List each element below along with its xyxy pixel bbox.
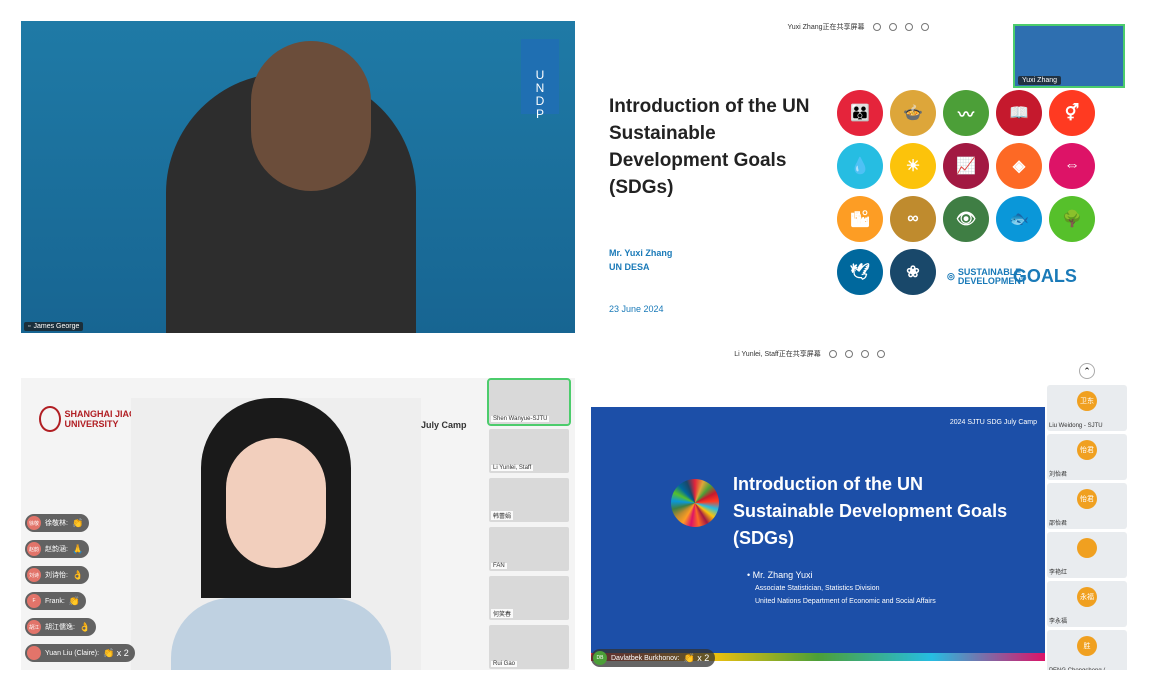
reaction-icon: 🙏 [71,543,84,554]
sdg-icon-grid: 👪 🍲 〰 📖 ⚥ 💧 ☀ 📈 ◈ ⇔ 🏙 ∞ 👁 🐟 🌳 🕊 ❀ [837,90,1095,295]
speaker-face [251,41,371,191]
participant-tile[interactable]: Li Yunlei, Staff [489,429,569,473]
scroll-up-button[interactable]: ⌃ [1079,363,1095,379]
shared-slide-sjtu: Li Yunlei, Staff正在共享屏幕 2024 SJTU SDG Jul… [577,345,1132,670]
avatar: 卫东 [1077,391,1097,411]
zoom-out-icon[interactable] [872,23,881,31]
participant-tile[interactable]: 胜PENG Chongsheng (... [1047,630,1127,670]
avatar [1077,538,1097,558]
sdg-goal-4-icon: 📖 [996,90,1042,136]
sdg-goal-12-icon: ∞ [890,196,936,242]
video-sjtu-host[interactable]: SHANGHAI JIAO TONG UNIVERSITY 2024 SJTU … [21,378,575,670]
popout-icon[interactable] [876,350,885,358]
avatar: F [27,594,41,608]
reaction-chip: DB Davlatbek Burkhonov: 👏 x 2 [591,649,716,667]
host-video [131,398,421,670]
participant-tile[interactable]: 怡君 邵怡君 [1047,483,1127,529]
sdg-goal-13-icon: 👁 [943,196,989,242]
shared-slide-sdg: Yuxi Zhang正在共享屏幕 Introduction of the UN … [585,18,1131,334]
sdg-goal-1-icon: 👪 [837,90,883,136]
reaction-chip: 刘诗 刘诗怡: 👌 [25,566,90,584]
video-james-george[interactable]: UNDP ▫ James George [21,21,575,333]
sdg-goal-3-icon: 〰 [943,90,989,136]
participant-name: ▫ James George [24,322,84,331]
zoom-in-icon[interactable] [844,350,853,358]
sdg-goal-17-icon: ❀ [890,249,936,295]
reaction-icon: 👏 [71,517,84,528]
avatar: 胜 [1077,636,1097,656]
participant-tile[interactable]: Rui Gao [489,625,569,669]
slide-date: 23 June 2024 [609,304,664,314]
reaction-icon: 👏 [68,595,81,606]
sdg-goal-7-icon: ☀ [890,143,936,189]
presenter-thumbnail[interactable]: Yuxi Zhang [1013,24,1125,88]
avatar: 永福 [1077,587,1097,607]
share-toolbar-2: Li Yunlei, Staff正在共享屏幕 [577,349,1132,359]
fit-icon[interactable] [904,23,913,31]
slide-title: Introduction of the UN Sustainable Devel… [609,96,810,198]
reaction-icon: 👏 x 2 [103,647,129,658]
participant-tile[interactable]: 何笑春 [489,576,569,620]
avatar: 怡君 [1077,440,1097,460]
un-emblem-icon: ◎ [947,271,955,281]
reaction-chip: 胡江 胡江儒逸: 👌 [25,618,97,636]
slide-presenter: Mr. Yuxi Zhang UN DESA [609,248,673,272]
participant-tile[interactable]: FAN [489,527,569,571]
sdg-goal-11-icon: 🏙 [837,196,883,242]
avatar: 赵韵 [27,542,41,556]
participant-tile[interactable]: 李艳红 [1047,532,1127,578]
undp-logo: UNDP [521,39,559,121]
zoom-out-icon[interactable] [828,350,837,358]
sdg-goal-5-icon: ⚥ [1049,90,1095,136]
avatar: 胡江 [27,620,41,634]
avatar: 徐敬 [27,516,41,530]
participant-tile[interactable]: 卫东 Liu Weidong - SJTU [1047,385,1127,431]
reaction-icon: 👌 [71,569,84,580]
avatar [27,646,41,660]
sdg-goals-logo: ◎ SUSTAINABLE DEVELOPMENT GOALS [947,266,1077,286]
sdg-goal-9-icon: ◈ [996,143,1042,189]
reaction-chip: 徐敬 徐敬林: 👏 [25,514,90,532]
reaction-chip: F Frank: 👏 [25,592,87,610]
participant-tile[interactable]: 怡君 刘怡君 [1047,434,1127,480]
sdg-goal-15-icon: 🌳 [1049,196,1095,242]
sdg-goal-8-icon: 📈 [943,143,989,189]
sdg-goal-16-icon: 🕊 [837,249,883,295]
sdg-goal-6-icon: 💧 [837,143,883,189]
sdg-goal-14-icon: 🐟 [996,196,1042,242]
sjtu-slide: 2024 SJTU SDG July Camp Introduction of … [591,407,1045,661]
mic-icon: ▫ [28,323,31,330]
reaction-chip: Yuan Liu (Claire): 👏 x 2 [25,644,135,662]
fit-icon[interactable] [860,350,869,358]
sdg-goal-2-icon: 🍲 [890,90,936,136]
avatar: 刘诗 [27,568,41,582]
pip-name: Yuxi Zhang [1018,76,1062,85]
reaction-icon: 👌 [78,621,91,632]
participant-tile[interactable]: 韩蕾娟 [489,478,569,522]
reaction-chip: 赵韵 赵韵涵: 🙏 [25,540,90,558]
avatar: 怡君 [1077,489,1097,509]
popout-icon[interactable] [920,23,929,31]
sdg-goal-10-icon: ⇔ [1049,143,1095,189]
sdg-wheel-icon [671,479,719,527]
participant-tile[interactable]: 永福 李永福 [1047,581,1127,627]
zoom-in-icon[interactable] [888,23,897,31]
participant-tile[interactable]: Shen Wanyue-SJTU [487,378,571,426]
